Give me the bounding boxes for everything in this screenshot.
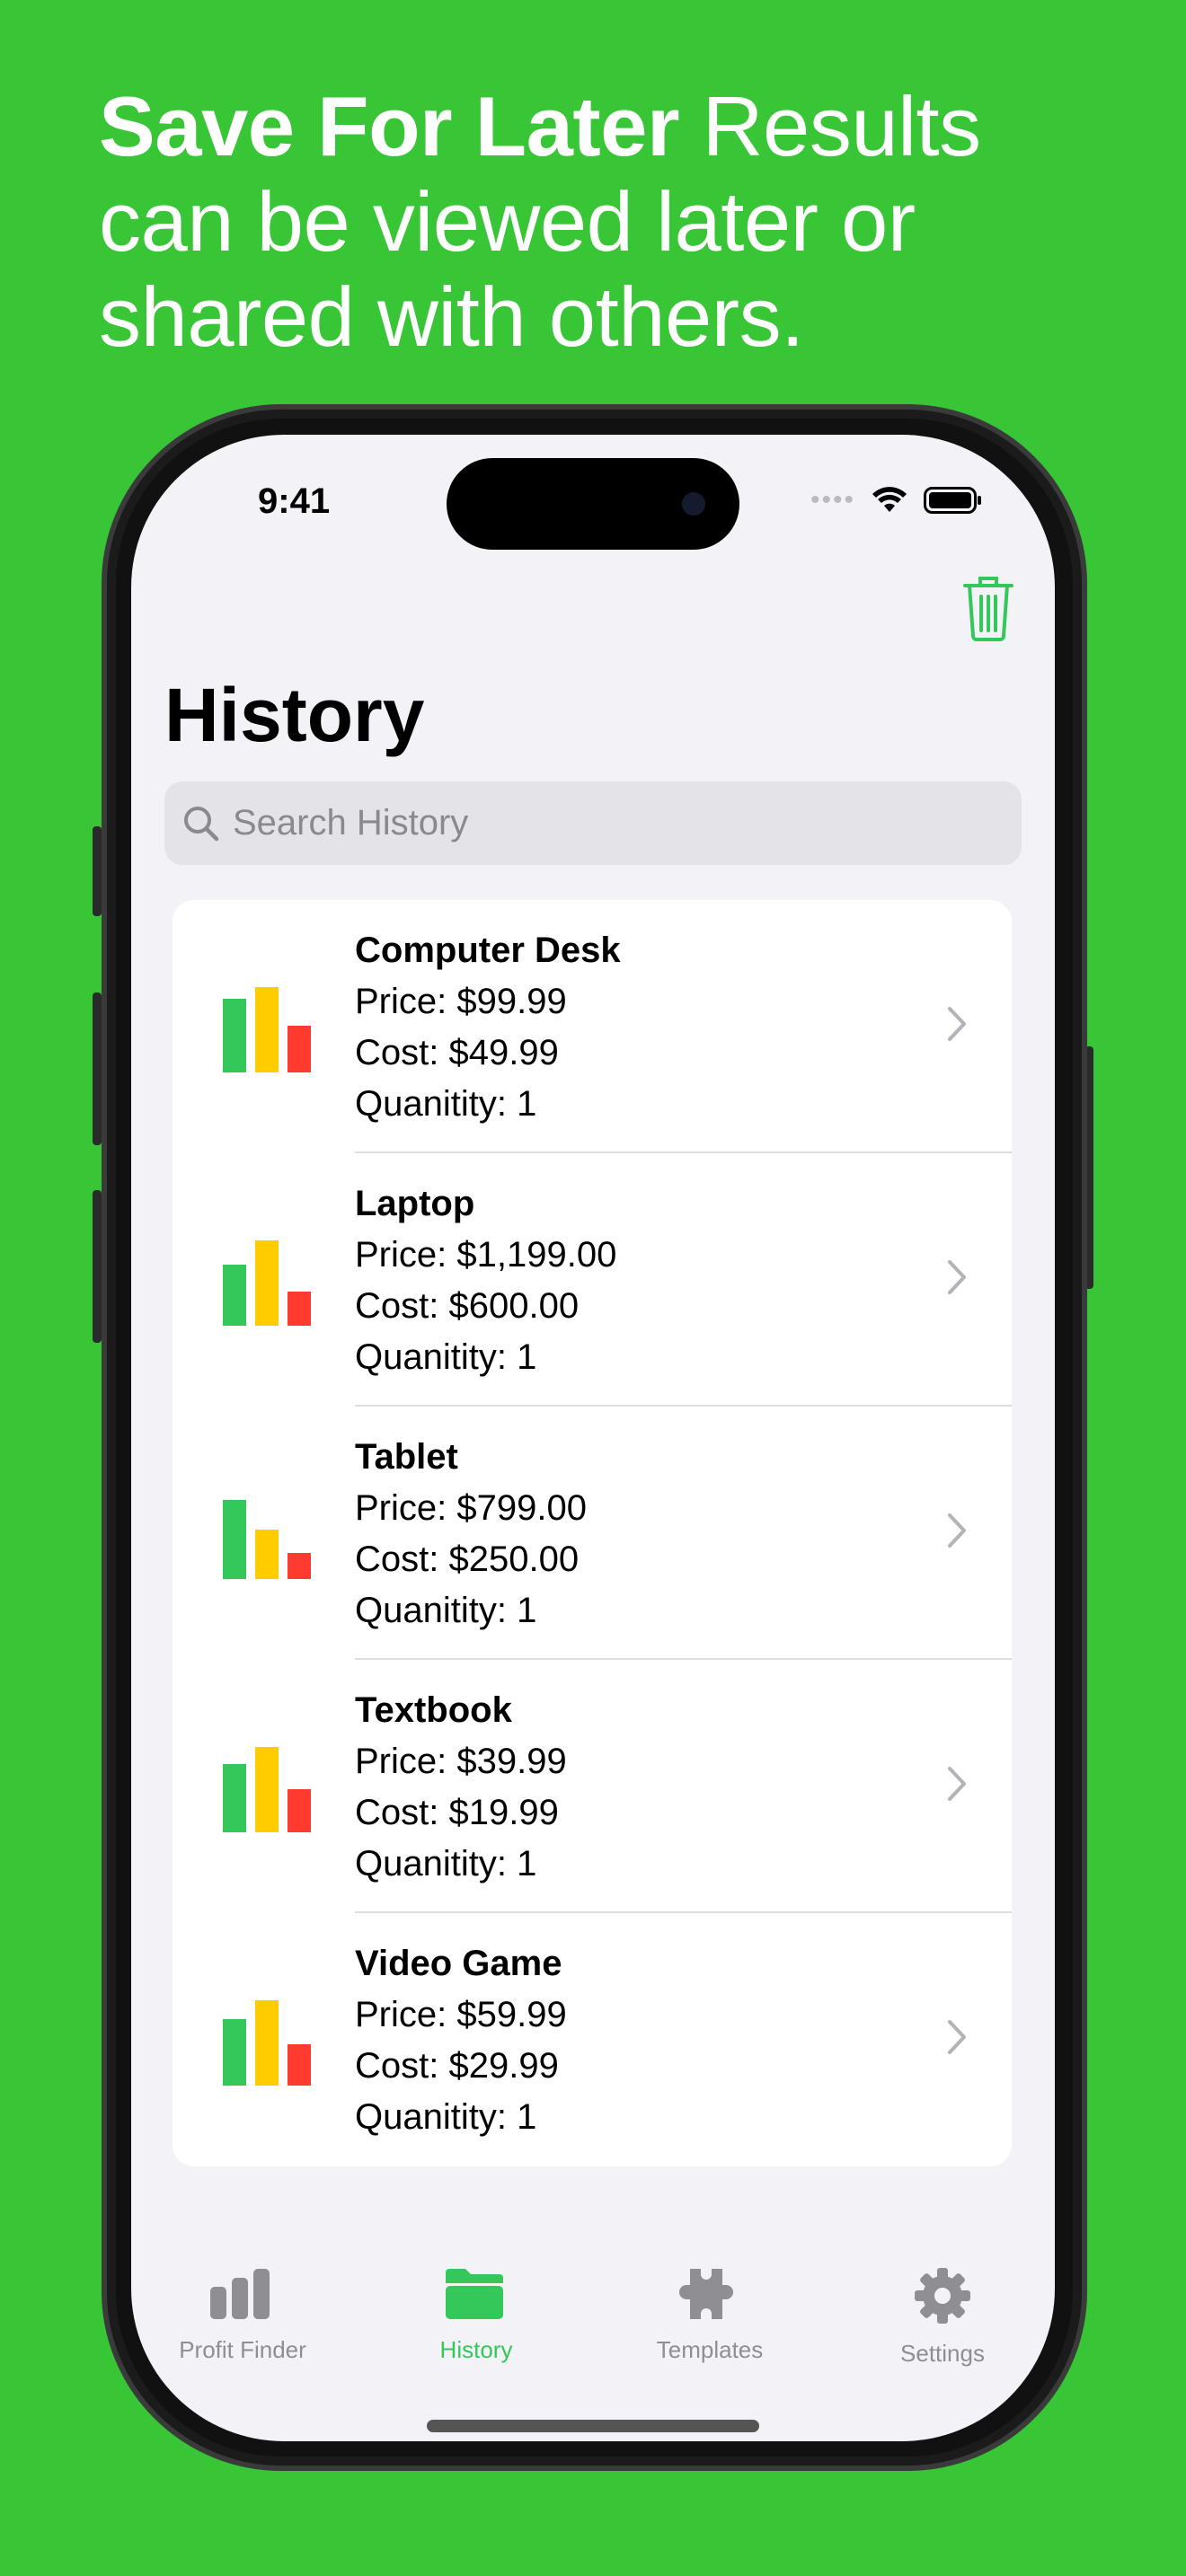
tab-profit-finder[interactable]: Profit Finder xyxy=(135,2267,350,2364)
item-quantity: Quanitity: 1 xyxy=(355,1337,537,1377)
tab-settings[interactable]: Settings xyxy=(835,2267,1050,2368)
tab-templates[interactable]: Templates xyxy=(602,2267,818,2364)
row-text: Video Game Price: $59.99 Cost: $29.99 Qu… xyxy=(355,1938,567,2143)
item-price: Price: $99.99 xyxy=(355,982,567,1021)
chart-thumbnail xyxy=(223,1994,331,2093)
history-row[interactable]: Computer Desk Price: $99.99 Cost: $49.99… xyxy=(173,900,1012,1153)
item-name: Tablet xyxy=(355,1437,458,1477)
puzzle-icon xyxy=(679,2269,733,2319)
chart-bar-icon xyxy=(210,2269,270,2319)
camera-icon xyxy=(682,492,705,516)
status-time: 9:41 xyxy=(258,481,331,521)
item-name: Computer Desk xyxy=(355,931,621,970)
volume-down-button xyxy=(93,1190,102,1343)
item-price: Price: $799.00 xyxy=(355,1488,587,1528)
thumbnail-bar xyxy=(288,1026,311,1072)
history-row[interactable]: Video Game Price: $59.99 Cost: $29.99 Qu… xyxy=(173,1913,1012,2166)
search-placeholder: Search History xyxy=(233,803,469,842)
chevron-right-icon xyxy=(948,1007,966,1041)
tab-label: Templates xyxy=(656,2336,764,2363)
item-name: Video Game xyxy=(355,1944,562,1983)
item-price: Price: $1,199.00 xyxy=(355,1235,617,1275)
thumbnail-bar xyxy=(255,2000,279,2086)
screen: 9:41 •••• History Search History Compute… xyxy=(131,435,1055,2441)
tab-label: Profit Finder xyxy=(179,2336,306,2363)
thumbnail-bar xyxy=(255,1240,279,1326)
chart-thumbnail xyxy=(223,1487,331,1586)
history-row[interactable]: Tablet Price: $799.00 Cost: $250.00 Quan… xyxy=(173,1407,1012,1660)
item-cost: Cost: $600.00 xyxy=(355,1286,580,1326)
item-quantity: Quanitity: 1 xyxy=(355,1844,537,1883)
row-text: Textbook Price: $39.99 Cost: $19.99 Quan… xyxy=(355,1685,567,1890)
history-list: Computer Desk Price: $99.99 Cost: $49.99… xyxy=(173,900,1012,2166)
search-icon xyxy=(184,806,219,841)
item-quantity: Quanitity: 1 xyxy=(355,2097,537,2137)
chart-thumbnail xyxy=(223,1741,331,1839)
item-quantity: Quanitity: 1 xyxy=(355,1591,537,1630)
thumbnail-bar xyxy=(255,987,279,1072)
item-price: Price: $59.99 xyxy=(355,1995,567,2034)
chevron-right-icon xyxy=(948,2020,966,2054)
row-text: Laptop Price: $1,199.00 Cost: $600.00 Qu… xyxy=(355,1178,616,1383)
item-cost: Cost: $19.99 xyxy=(355,1793,559,1832)
home-indicator[interactable] xyxy=(427,2420,759,2432)
thumbnail-bar xyxy=(288,1292,311,1326)
item-cost: Cost: $49.99 xyxy=(355,1033,559,1072)
item-cost: Cost: $29.99 xyxy=(355,2046,559,2086)
dynamic-island xyxy=(447,458,739,550)
item-quantity: Quanitity: 1 xyxy=(355,1084,537,1124)
headline: Save For Later Results can be viewed lat… xyxy=(99,79,1132,365)
history-row[interactable]: Textbook Price: $39.99 Cost: $19.99 Quan… xyxy=(173,1660,1012,1913)
tab-label: Settings xyxy=(900,2340,985,2367)
trash-icon[interactable] xyxy=(961,573,1015,641)
thumbnail-bar xyxy=(223,1764,246,1832)
headline-bold: Save For Later xyxy=(99,79,680,173)
wifi-icon xyxy=(872,487,907,512)
item-price: Price: $39.99 xyxy=(355,1742,567,1781)
page-title: History xyxy=(164,673,425,757)
thumbnail-bar xyxy=(223,1265,246,1326)
row-text: Tablet Price: $799.00 Cost: $250.00 Quan… xyxy=(355,1432,587,1636)
chevron-right-icon xyxy=(948,1260,966,1294)
history-row[interactable]: Laptop Price: $1,199.00 Cost: $600.00 Qu… xyxy=(173,1153,1012,1407)
tab-history[interactable]: History xyxy=(368,2267,584,2364)
gear-icon xyxy=(915,2268,970,2324)
action-button xyxy=(93,826,102,916)
volume-up-button xyxy=(93,992,102,1145)
chart-thumbnail xyxy=(223,981,331,1080)
thumbnail-bar xyxy=(288,2044,311,2086)
thumbnail-bar xyxy=(223,1500,246,1579)
tab-label: History xyxy=(439,2336,513,2363)
status-icons: •••• xyxy=(810,485,983,516)
thumbnail-bar xyxy=(255,1530,279,1579)
chevron-right-icon xyxy=(948,1513,966,1548)
thumbnail-bar xyxy=(223,999,246,1072)
item-name: Textbook xyxy=(355,1690,512,1730)
thumbnail-bar xyxy=(288,1789,311,1832)
thumbnail-bar xyxy=(223,2019,246,2086)
search-input[interactable]: Search History xyxy=(164,781,1022,865)
chevron-right-icon xyxy=(948,1767,966,1801)
item-name: Laptop xyxy=(355,1184,475,1223)
thumbnail-bar xyxy=(255,1747,279,1832)
item-cost: Cost: $250.00 xyxy=(355,1539,580,1579)
thumbnail-bar xyxy=(288,1553,311,1579)
folder-icon xyxy=(446,2269,503,2319)
row-text: Computer Desk Price: $99.99 Cost: $49.99… xyxy=(355,925,621,1130)
battery-icon xyxy=(924,487,981,514)
chart-thumbnail xyxy=(223,1234,331,1333)
signal-icon: •••• xyxy=(810,485,855,515)
